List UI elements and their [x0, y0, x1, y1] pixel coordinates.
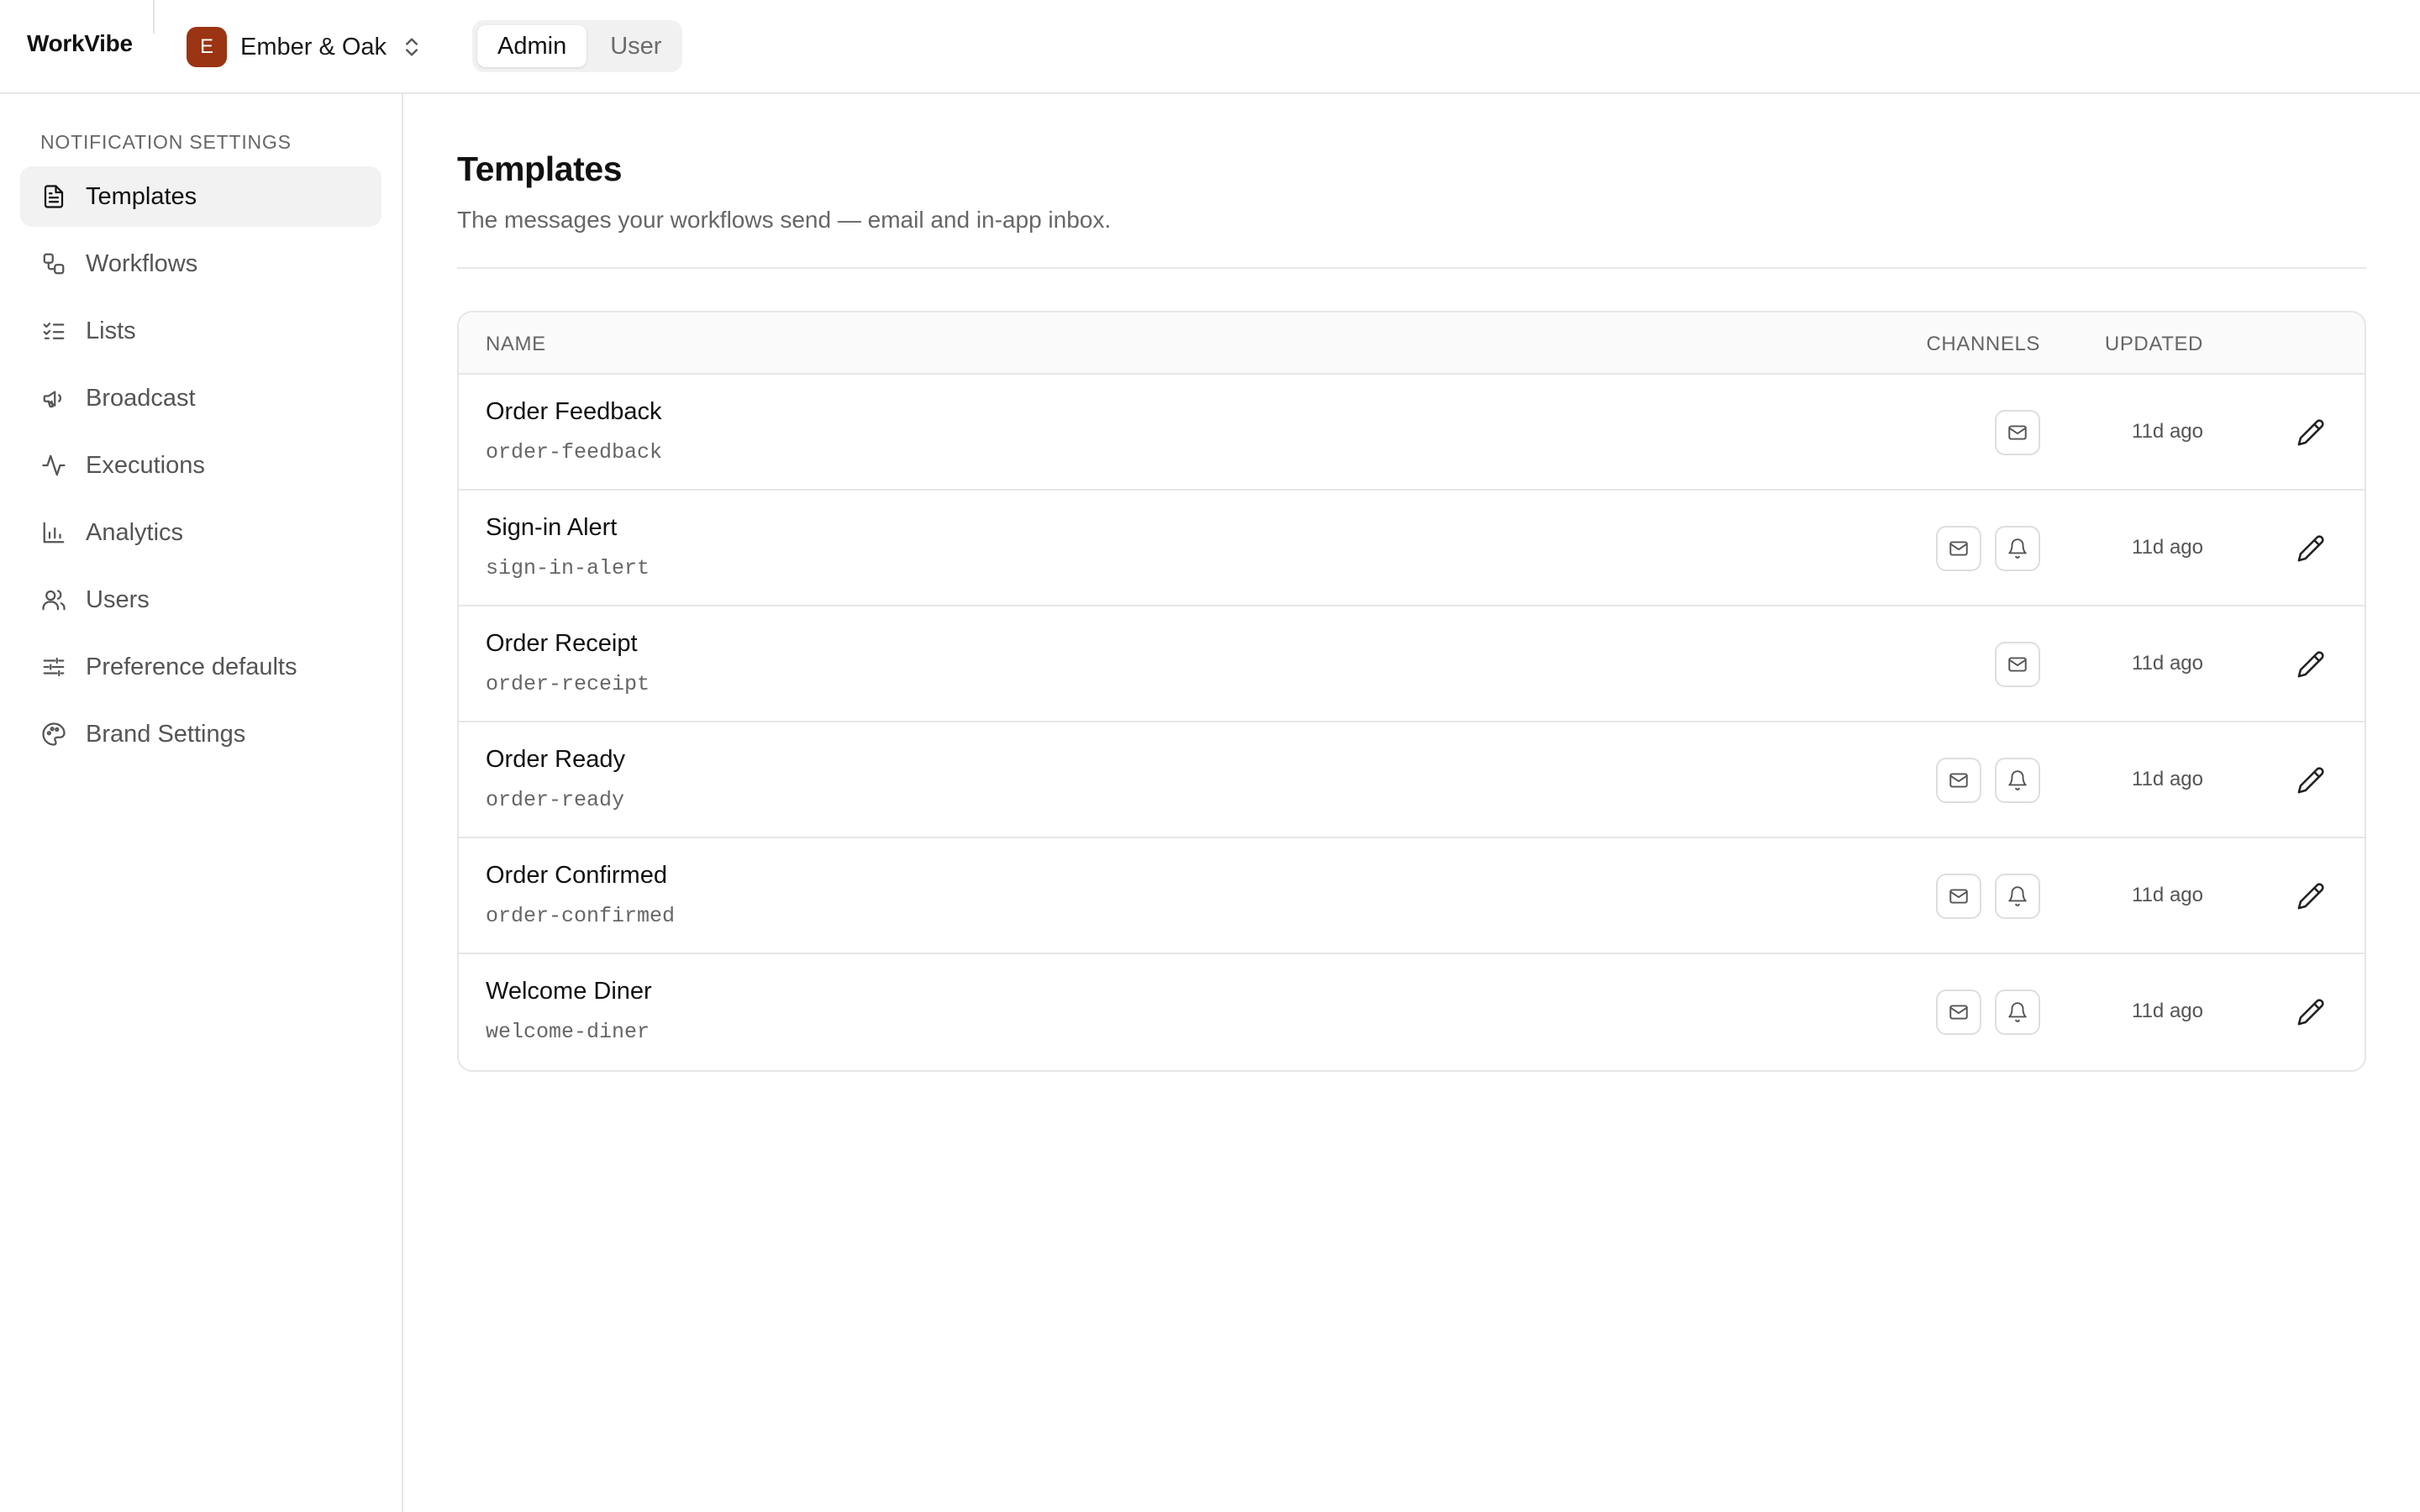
sidebar: NOTIFICATION SETTINGS Templates Workflow… [0, 94, 403, 1512]
column-header-name: NAME [486, 333, 546, 355]
sidebar-item-label: Broadcast [86, 384, 196, 412]
channel-list [1936, 526, 2040, 571]
column-header-updated: UPDATED [2104, 333, 2203, 355]
org-switcher[interactable]: E Ember & Oak [187, 25, 424, 69]
template-name[interactable]: Sign-in Alert [486, 514, 617, 542]
sidebar-item-label: Lists [86, 317, 136, 344]
sliders-icon [40, 654, 67, 680]
channel-list [1995, 410, 2040, 455]
org-name: Ember & Oak [240, 33, 387, 60]
sidebar-nav: Templates Workflows Lists Broadcast Exec… [20, 166, 381, 771]
sidebar-item-preference-defaults[interactable]: Preference defaults [20, 637, 381, 697]
sidebar-item-templates[interactable]: Templates [20, 166, 381, 227]
sidebar-item-label: Analytics [86, 518, 184, 546]
channel-list [1995, 642, 2040, 687]
updated-time: 11d ago [2132, 420, 2203, 443]
page-title: Templates [457, 150, 623, 188]
file-text-icon [40, 183, 67, 210]
table-row[interactable]: Order Feedback order-feedback 11d ago [459, 375, 2365, 491]
pencil-icon[interactable] [2291, 992, 2331, 1032]
updated-time: 11d ago [2132, 768, 2203, 790]
pencil-icon[interactable] [2291, 760, 2331, 801]
updated-time: 11d ago [2132, 536, 2203, 559]
activity-icon [40, 452, 67, 479]
channel-list [1936, 758, 2040, 803]
mail-icon [1995, 642, 2040, 687]
workflow-icon [40, 250, 67, 277]
sidebar-item-workflows[interactable]: Workflows [20, 234, 381, 294]
template-name[interactable]: Order Ready [486, 746, 625, 774]
updated-time: 11d ago [2132, 884, 2203, 906]
updated-time: 11d ago [2132, 652, 2203, 675]
mail-icon [1936, 526, 1981, 571]
table-body: Order Feedback order-feedback 11d ago Sign-… [459, 375, 2365, 1070]
template-name[interactable]: Order Receipt [486, 630, 638, 658]
brand-divider [153, 0, 155, 34]
pencil-icon[interactable] [2291, 412, 2331, 453]
template-slug: welcome-diner [486, 1020, 650, 1044]
org-avatar: E [187, 27, 227, 67]
sidebar-item-label: Templates [86, 182, 197, 210]
title-divider [457, 267, 2366, 269]
sidebar-item-users[interactable]: Users [20, 570, 381, 630]
page-subtitle: The messages your workflows send — email… [457, 207, 1112, 233]
mail-icon [1995, 410, 2040, 455]
updated-time: 11d ago [2132, 1000, 2203, 1022]
users-icon [40, 586, 67, 613]
template-name[interactable]: Order Confirmed [486, 862, 667, 890]
sidebar-item-executions[interactable]: Executions [20, 435, 381, 496]
mail-icon [1936, 758, 1981, 803]
table-row[interactable]: Welcome Diner welcome-diner 11d ago [459, 954, 2365, 1070]
pencil-icon[interactable] [2291, 876, 2331, 916]
channel-list [1936, 990, 2040, 1035]
sidebar-item-analytics[interactable]: Analytics [20, 502, 381, 563]
pencil-icon[interactable] [2291, 528, 2331, 569]
template-slug: order-feedback [486, 440, 663, 465]
template-name[interactable]: Welcome Diner [486, 978, 652, 1005]
mail-icon [1936, 874, 1981, 919]
template-slug: order-receipt [486, 672, 650, 696]
sidebar-item-label: Preference defaults [86, 653, 297, 680]
table-header: NAME CHANNELS UPDATED [459, 312, 2365, 375]
sidebar-item-label: Users [86, 585, 150, 613]
list-checks-icon [40, 318, 67, 344]
templates-table: NAME CHANNELS UPDATED Order Feedback orde… [457, 311, 2366, 1072]
sidebar-item-label: Brand Settings [86, 720, 246, 748]
template-name[interactable]: Order Feedback [486, 398, 662, 426]
template-slug: sign-in-alert [486, 556, 650, 580]
column-header-channels: CHANNELS [1926, 333, 2040, 355]
sidebar-item-brand-settings[interactable]: Brand Settings [20, 704, 381, 764]
top-bar: WorkVibe E Ember & Oak Admin User [0, 0, 2420, 94]
role-admin-button[interactable]: Admin [477, 25, 587, 67]
sidebar-section-title: NOTIFICATION SETTINGS [40, 131, 292, 153]
chevrons-up-down-icon [400, 35, 424, 59]
megaphone-icon [40, 385, 67, 412]
sidebar-item-broadcast[interactable]: Broadcast [20, 368, 381, 428]
table-row[interactable]: Sign-in Alert sign-in-alert 11d ago [459, 491, 2365, 606]
sidebar-item-label: Executions [86, 451, 205, 479]
channel-list [1936, 874, 2040, 919]
template-slug: order-confirmed [486, 904, 676, 928]
bell-icon [1995, 874, 2040, 919]
bell-icon [1995, 526, 2040, 571]
template-slug: order-ready [486, 788, 625, 812]
app-brand[interactable]: WorkVibe [27, 30, 133, 57]
role-toggle: Admin User [472, 20, 682, 72]
bell-icon [1995, 990, 2040, 1035]
table-row[interactable]: Order Receipt order-receipt 11d ago [459, 606, 2365, 722]
mail-icon [1936, 990, 1981, 1035]
table-row[interactable]: Order Ready order-ready 11d ago [459, 722, 2365, 838]
sidebar-item-label: Workflows [86, 249, 198, 277]
bar-chart-icon [40, 519, 67, 546]
sidebar-item-lists[interactable]: Lists [20, 301, 381, 361]
palette-icon [40, 721, 67, 748]
bell-icon [1995, 758, 2040, 803]
role-user-button[interactable]: User [590, 25, 681, 67]
pencil-icon[interactable] [2291, 644, 2331, 685]
table-row[interactable]: Order Confirmed order-confirmed 11d ago [459, 838, 2365, 954]
